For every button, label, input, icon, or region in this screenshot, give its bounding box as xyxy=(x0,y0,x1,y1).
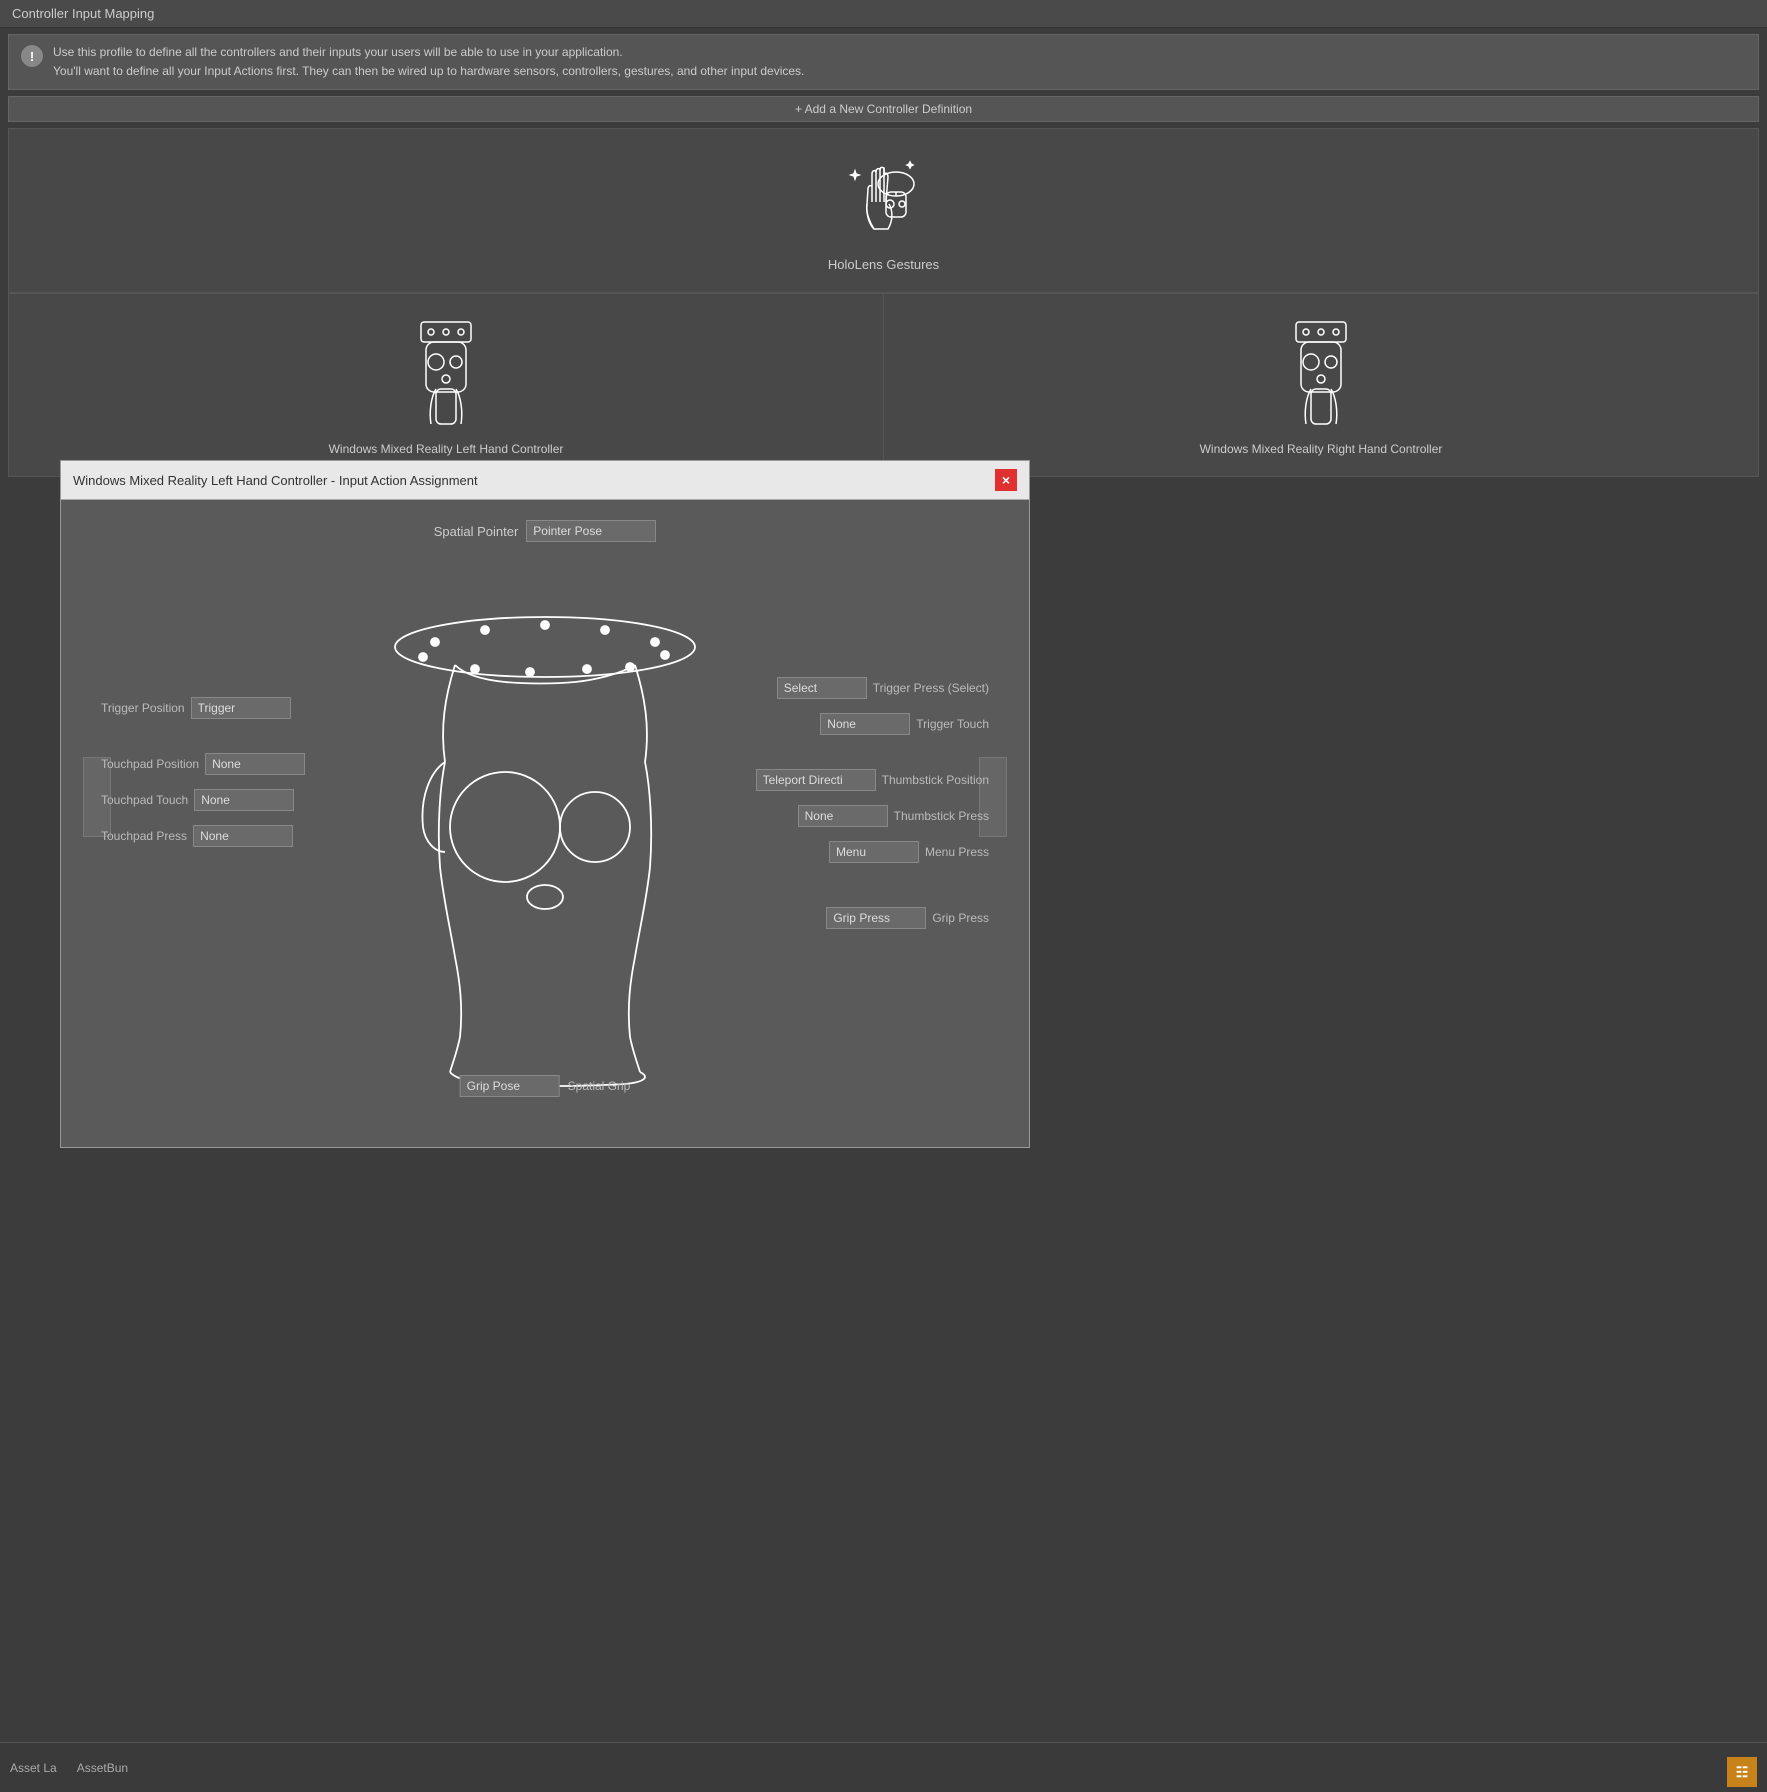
left-controller-icon xyxy=(396,314,496,434)
info-text: Use this profile to define all the contr… xyxy=(53,43,804,81)
trigger-position-select[interactable]: Trigger None xyxy=(191,697,291,719)
hololens-icon xyxy=(824,149,944,249)
trigger-touch-select[interactable]: None xyxy=(820,713,910,735)
touchpad-press-select[interactable]: None xyxy=(193,825,293,847)
touchpad-position-label: Touchpad Position xyxy=(101,757,199,771)
right-label-group: Select None Trigger Press (Select) None … xyxy=(756,677,989,929)
left-label-group: Trigger Position Trigger None Touchpad P… xyxy=(101,697,305,847)
touchpad-position-row: Touchpad Position None xyxy=(101,753,305,775)
thumbstick-press-row: None Thumbstick Press xyxy=(798,805,989,827)
menu-press-label: Menu Press xyxy=(925,845,989,859)
right-controller-icon xyxy=(1271,314,1371,434)
modal-body: Spatial Pointer Pointer Pose None Trigge… xyxy=(61,500,1029,1147)
trigger-press-select[interactable]: Select None xyxy=(777,677,867,699)
right-controller-panel[interactable]: Windows Mixed Reality Right Hand Control… xyxy=(884,294,1758,476)
hololens-panel[interactable]: HoloLens Gestures xyxy=(8,128,1759,293)
touchpad-press-label: Touchpad Press xyxy=(101,829,187,843)
grip-press-label: Grip Press xyxy=(932,911,989,925)
menu-press-select[interactable]: Menu None xyxy=(829,841,919,863)
asset-bundle-icon[interactable]: ☷ xyxy=(1727,1757,1757,1787)
spatial-grip-row: Grip Pose None Spatial Grip xyxy=(460,1075,631,1097)
trigger-position-label: Trigger Position xyxy=(101,701,185,715)
trigger-press-row: Select None Trigger Press (Select) xyxy=(777,677,989,699)
modal-header: Windows Mixed Reality Left Hand Controll… xyxy=(61,461,1029,500)
trigger-position-row: Trigger Position Trigger None xyxy=(101,697,305,719)
grip-press-select[interactable]: Grip Press None xyxy=(826,907,926,929)
trigger-touch-row: None Trigger Touch xyxy=(820,713,989,735)
left-controller-label: Windows Mixed Reality Left Hand Controll… xyxy=(329,442,564,456)
touchpad-touch-select[interactable]: None xyxy=(194,789,294,811)
modal-dialog: Windows Mixed Reality Left Hand Controll… xyxy=(60,460,1030,1148)
spatial-grip-select[interactable]: Grip Pose None xyxy=(460,1075,560,1097)
right-controller-label: Windows Mixed Reality Right Hand Control… xyxy=(1200,442,1443,456)
add-controller-button[interactable]: + Add a New Controller Definition xyxy=(8,96,1759,122)
info-box: ! Use this profile to define all the con… xyxy=(8,34,1759,90)
menu-press-row: Menu None Menu Press xyxy=(829,841,989,863)
touchpad-touch-label: Touchpad Touch xyxy=(101,793,188,807)
touchpad-press-row: Touchpad Press None xyxy=(101,825,305,847)
asset-bundle-label: AssetBun xyxy=(77,1761,128,1775)
thumbstick-press-label: Thumbstick Press xyxy=(894,809,989,823)
thumbstick-position-label: Thumbstick Position xyxy=(882,773,989,787)
info-icon: ! xyxy=(21,45,43,67)
spatial-grip-label: Spatial Grip xyxy=(568,1079,631,1093)
trigger-press-label: Trigger Press (Select) xyxy=(873,681,989,695)
controller-pair: Windows Mixed Reality Left Hand Controll… xyxy=(8,293,1759,477)
grip-press-row: Grip Press None Grip Press xyxy=(826,907,989,929)
diagram-area: Trigger Position Trigger None Touchpad P… xyxy=(91,557,999,1117)
header: Controller Input Mapping xyxy=(0,0,1767,28)
thumbstick-position-row: Teleport Directi None Thumbstick Positio… xyxy=(756,769,989,791)
spatial-pointer-row: Spatial Pointer Pointer Pose None xyxy=(91,520,999,542)
controller-diagram xyxy=(355,587,735,1090)
modal-title: Windows Mixed Reality Left Hand Controll… xyxy=(73,473,478,488)
thumbstick-press-select[interactable]: None xyxy=(798,805,888,827)
modal-close-button[interactable]: × xyxy=(995,469,1017,491)
touchpad-position-select[interactable]: None xyxy=(205,753,305,775)
left-controller-panel[interactable]: Windows Mixed Reality Left Hand Controll… xyxy=(9,294,884,476)
spatial-pointer-label: Spatial Pointer xyxy=(434,524,519,539)
trigger-touch-label: Trigger Touch xyxy=(916,717,989,731)
thumbstick-position-select[interactable]: Teleport Directi None xyxy=(756,769,876,791)
touchpad-touch-row: Touchpad Touch None xyxy=(101,789,305,811)
header-title: Controller Input Mapping xyxy=(12,6,154,21)
asset-label: Asset La xyxy=(10,1761,57,1775)
hololens-label: HoloLens Gestures xyxy=(828,257,939,272)
spatial-pointer-select[interactable]: Pointer Pose None xyxy=(526,520,656,542)
bottom-bar: Asset La AssetBun ☷ xyxy=(0,1742,1767,1792)
